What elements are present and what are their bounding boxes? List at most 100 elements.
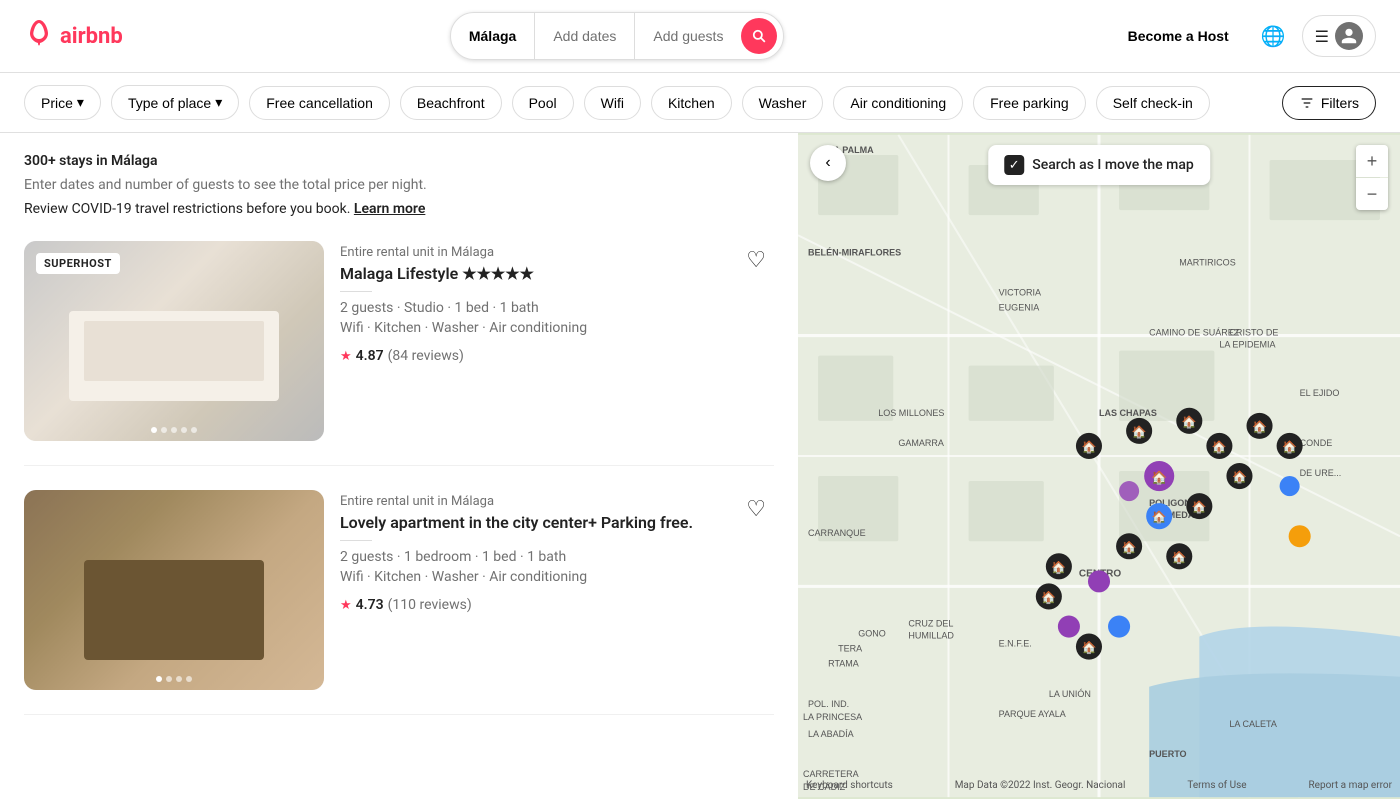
listing-card: SUPERHOST Entire rental unit in Málaga M… [24, 241, 774, 466]
svg-text:DE URE...: DE URE... [1300, 468, 1342, 478]
listing-details: 2 guests · 1 bedroom · 1 bed · 1 bath [340, 549, 774, 565]
svg-text:CONDE: CONDE [1300, 438, 1333, 448]
svg-text:LA EPIDEMIA: LA EPIDEMIA [1219, 340, 1275, 350]
listing-amenities: Wifi · Kitchen · Washer · Air conditioni… [340, 569, 774, 585]
wishlist-button[interactable]: ♡ [746, 249, 766, 271]
svg-text:PUERTO: PUERTO [1149, 749, 1186, 759]
svg-text:LAS CHAPAS: LAS CHAPAS [1099, 408, 1157, 418]
svg-text:GAMARRA: GAMARRA [898, 438, 944, 448]
type-of-place-filter[interactable]: Type of place ▾ [111, 85, 239, 120]
map-report-error-link[interactable]: Report a map error [1309, 780, 1392, 791]
language-button[interactable]: 🌐 [1253, 16, 1294, 57]
logo[interactable]: airbnb [24, 18, 123, 55]
svg-text:TERA: TERA [838, 644, 862, 654]
location-input[interactable]: Málaga [451, 13, 535, 59]
svg-text:LA UNIÓN: LA UNIÓN [1049, 689, 1091, 699]
star-icon: ★ [340, 349, 352, 364]
air-conditioning-filter[interactable]: Air conditioning [833, 86, 963, 120]
svg-text:🏠: 🏠 [1081, 440, 1096, 454]
dates-input[interactable]: Add dates [535, 13, 635, 59]
type-of-place-label: Type of place [128, 95, 211, 111]
listing-type: Entire rental unit in Málaga [340, 245, 774, 260]
svg-text:🏠: 🏠 [1192, 500, 1207, 514]
zoom-in-button[interactable]: + [1356, 145, 1388, 177]
dot [156, 676, 162, 682]
user-menu[interactable]: ☰ [1302, 15, 1376, 57]
beachfront-filter[interactable]: Beachfront [400, 86, 502, 120]
svg-text:🏠: 🏠 [1151, 470, 1167, 486]
rating-value: 4.87 [356, 348, 384, 364]
svg-text:RTAMA: RTAMA [828, 659, 859, 669]
svg-text:BELÉN-MIRAFLORES: BELÉN-MIRAFLORES [808, 246, 901, 257]
map[interactable]: LA PALMA PARQUE DEL SUR BELÉN-MIRAFLORES… [798, 133, 1400, 799]
price-filter[interactable]: Price ▾ [24, 85, 101, 120]
svg-text:🏠: 🏠 [1212, 440, 1227, 454]
listing-info: Entire rental unit in Málaga Lovely apar… [340, 490, 774, 690]
right-panel: LA PALMA PARQUE DEL SUR BELÉN-MIRAFLORES… [798, 133, 1400, 799]
search-button[interactable] [741, 18, 777, 54]
result-count: 300+ stays in Málaga [24, 153, 774, 169]
pool-filter[interactable]: Pool [512, 86, 574, 120]
map-back-button[interactable]: ‹ [810, 145, 846, 181]
listing-divider [340, 291, 372, 292]
svg-text:🏠: 🏠 [1122, 540, 1137, 554]
svg-text:LA CALETA: LA CALETA [1229, 719, 1276, 729]
svg-text:🏠: 🏠 [1152, 510, 1167, 524]
wishlist-button[interactable]: ♡ [746, 498, 766, 520]
svg-text:CAMINO DE SUÁREZ: CAMINO DE SUÁREZ [1149, 328, 1240, 338]
airbnb-logo-icon [24, 18, 54, 55]
listing-image[interactable] [24, 490, 324, 690]
svg-text:CRISTO DE: CRISTO DE [1229, 328, 1278, 338]
header-right: Become a Host 🌐 ☰ [1112, 15, 1376, 57]
filters-btn-label: Filters [1321, 95, 1359, 111]
svg-text:CARRETERA: CARRETERA [803, 769, 859, 779]
free-cancellation-filter[interactable]: Free cancellation [249, 86, 390, 120]
checkbox-check-icon: ✓ [1004, 155, 1024, 175]
listing-rating: ★ 4.73 (110 reviews) [340, 597, 774, 613]
dot [176, 676, 182, 682]
zoom-out-button[interactable]: − [1356, 178, 1388, 210]
svg-text:LOS MILLONES: LOS MILLONES [878, 408, 944, 418]
svg-text:LA ABADÍA: LA ABADÍA [808, 729, 854, 739]
listing-info: Entire rental unit in Málaga Malaga Life… [340, 241, 774, 441]
learn-more-link[interactable]: Learn more [354, 201, 425, 217]
rating-count: (84 reviews) [388, 348, 464, 364]
become-host-button[interactable]: Become a Host [1112, 18, 1245, 54]
svg-text:CRUZ DEL: CRUZ DEL [908, 619, 953, 629]
listing-image[interactable]: SUPERHOST [24, 241, 324, 441]
svg-text:CARRANQUE: CARRANQUE [808, 528, 866, 538]
self-check-in-filter[interactable]: Self check-in [1096, 86, 1210, 120]
rating-value: 4.73 [356, 597, 384, 613]
price-chevron-icon: ▾ [77, 94, 84, 111]
avatar-icon [1335, 22, 1363, 50]
washer-filter[interactable]: Washer [742, 86, 824, 120]
dot [191, 427, 197, 433]
svg-text:🏠: 🏠 [1232, 470, 1247, 484]
kitchen-filter[interactable]: Kitchen [651, 86, 732, 120]
svg-text:🏠: 🏠 [1081, 641, 1096, 655]
dot [171, 427, 177, 433]
svg-text:🏠: 🏠 [1182, 415, 1197, 429]
svg-text:LA PRINCESA: LA PRINCESA [803, 712, 862, 722]
svg-text:🏠: 🏠 [1252, 420, 1267, 434]
map-zoom-controls: + − [1356, 145, 1388, 210]
listing-amenities: Wifi · Kitchen · Washer · Air conditioni… [340, 320, 774, 336]
svg-text:VICTORIA: VICTORIA [999, 287, 1041, 297]
svg-text:🏠: 🏠 [1282, 440, 1297, 454]
all-filters-button[interactable]: Filters [1282, 86, 1376, 120]
map-terms-link[interactable]: Terms of Use [1187, 780, 1246, 791]
map-svg: LA PALMA PARQUE DEL SUR BELÉN-MIRAFLORES… [798, 133, 1400, 799]
price-label: Price [41, 95, 73, 111]
map-keyboard-shortcuts[interactable]: Keyboard shortcuts [806, 780, 893, 791]
dot [166, 676, 172, 682]
map-search-checkbox[interactable]: ✓ Search as I move the map [988, 145, 1210, 185]
svg-text:POL. IND.: POL. IND. [808, 699, 849, 709]
map-controls: ‹ [810, 145, 846, 181]
svg-text:MARTIRICOS: MARTIRICOS [1179, 257, 1235, 267]
free-parking-filter[interactable]: Free parking [973, 86, 1086, 120]
svg-text:PARQUE AYALA: PARQUE AYALA [999, 709, 1066, 719]
covid-notice: Review COVID-19 travel restrictions befo… [24, 201, 774, 217]
filter-bar: Price ▾ Type of place ▾ Free cancellatio… [0, 73, 1400, 133]
wifi-filter[interactable]: Wifi [584, 86, 641, 120]
guests-input[interactable]: Add guests [635, 13, 741, 59]
